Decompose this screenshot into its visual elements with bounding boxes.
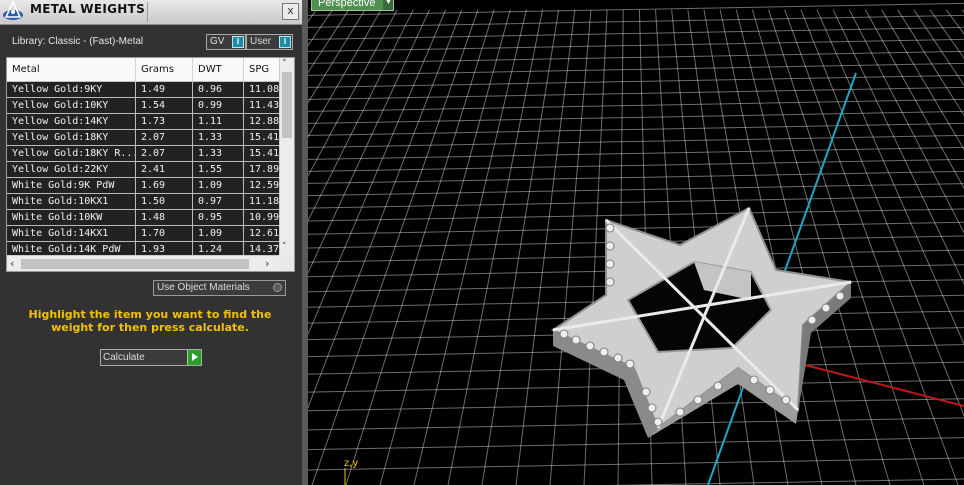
cell-spg: 11.08 — [249, 84, 279, 95]
vertical-scroll-thumb[interactable] — [282, 72, 292, 138]
table-row[interactable]: Yellow Gold:18KY R... 2.07 1.33 15.41 — [7, 146, 279, 162]
cell-dwt: 0.97 — [193, 194, 244, 209]
user-dropdown[interactable]: User I — [246, 34, 293, 50]
metal-weights-panel: METAL WEIGHTS x Library: Classic - (Fast… — [0, 0, 302, 485]
gv-dropdown-label: GV — [210, 36, 225, 47]
cell-metal: Yellow Gold:9KY — [7, 82, 136, 97]
cell-dwt: 1.55 — [193, 162, 244, 177]
table-row[interactable]: Yellow Gold:22KY 2.41 1.55 17.89 — [7, 162, 279, 178]
cell-grams: 1.49 — [136, 82, 193, 97]
cell-spg: 12.88 — [249, 116, 279, 127]
library-label: Library: Classic - (Fast)-Metal — [12, 36, 144, 47]
panel-titlebar: METAL WEIGHTS x — [0, 0, 302, 25]
cell-grams: 1.48 — [136, 210, 193, 225]
cell-spg: 15.41 — [249, 148, 279, 159]
instruction-text: Highlight the item you want to find the … — [28, 308, 272, 334]
table-header: Metal Grams DWT SPG — [7, 58, 279, 82]
horizontal-scroll-thumb[interactable] — [21, 259, 249, 269]
cell-dwt: 0.99 — [193, 98, 244, 113]
metal-table: Metal Grams DWT SPG Yellow Gold:9KY 1.49 0… — [6, 57, 295, 272]
use-object-materials-option[interactable]: Use Object Materials — [153, 280, 286, 296]
cell-metal: Yellow Gold:14KY — [7, 114, 136, 129]
scroll-corner — [279, 255, 294, 271]
cell-dwt: 1.09 — [193, 226, 244, 241]
cell-grams: 1.70 — [136, 226, 193, 241]
cell-grams: 1.73 — [136, 114, 193, 129]
scroll-right-icon[interactable]: › — [265, 257, 269, 270]
use-object-materials-label: Use Object Materials — [157, 282, 250, 293]
cell-metal: Yellow Gold:10KY — [7, 98, 136, 113]
column-header-metal[interactable]: Metal — [7, 58, 136, 81]
axis-gizmo-icon — [344, 468, 346, 485]
cell-spg: 12.61 — [249, 228, 279, 239]
cell-grams: 1.54 — [136, 98, 193, 113]
column-header-spg[interactable]: SPG — [244, 58, 279, 81]
table-row[interactable]: Yellow Gold:18KY 2.07 1.33 15.41 — [7, 130, 279, 146]
3d-viewport[interactable]: Perspective ▼ z,y — [308, 0, 964, 485]
cell-spg: 11.18 — [249, 196, 279, 207]
use-object-materials-radio[interactable] — [273, 283, 282, 292]
cell-spg: 15.41 — [249, 132, 279, 143]
cell-grams: 1.69 — [136, 178, 193, 193]
close-button[interactable]: x — [282, 3, 299, 20]
table-row[interactable]: White Gold:10KW 1.48 0.95 10.99 — [7, 210, 279, 226]
table-body: Yellow Gold:9KY 1.49 0.96 11.08 Yellow Gold:… — [7, 82, 279, 258]
gv-dropdown[interactable]: GV I — [206, 34, 246, 50]
cell-dwt: 0.96 — [193, 82, 244, 97]
view-mode-dropdown[interactable]: Perspective ▼ — [311, 0, 395, 11]
scroll-up-icon[interactable]: ˄ — [282, 59, 287, 69]
table-row[interactable]: White Gold:10KX1 1.50 0.97 11.18 — [7, 194, 279, 210]
cell-spg: 11.43 — [249, 100, 279, 111]
cell-metal: Yellow Gold:18KY R... — [7, 146, 136, 161]
user-dropdown-arrow-icon: I — [279, 36, 291, 48]
horizontal-scrollbar[interactable]: ‹ › — [7, 255, 279, 271]
table-row[interactable]: White Gold:9K PdW 1.69 1.09 12.59 — [7, 178, 279, 194]
cell-metal: White Gold:10KW — [7, 210, 136, 225]
cell-spg: 10.99 — [249, 212, 279, 223]
column-header-grams[interactable]: Grams — [136, 58, 193, 81]
user-dropdown-label: User — [250, 36, 272, 47]
cell-metal: White Gold:14KX1 — [7, 226, 136, 241]
table-row[interactable]: Yellow Gold:14KY 1.73 1.11 12.88 — [7, 114, 279, 130]
calculate-button[interactable]: Calculate — [100, 349, 202, 366]
cell-grams: 2.41 — [136, 162, 193, 177]
cell-metal: Yellow Gold:18KY — [7, 130, 136, 145]
view-mode-arrow-icon[interactable]: ▼ — [383, 0, 394, 10]
column-header-dwt[interactable]: DWT — [193, 58, 244, 81]
cell-dwt: 1.33 — [193, 146, 244, 161]
view-mode-label: Perspective — [318, 0, 376, 9]
calculate-label: Calculate — [103, 352, 145, 363]
app-logo-icon — [3, 0, 23, 20]
cell-metal: Yellow Gold:22KY — [7, 162, 136, 177]
cell-dwt: 1.09 — [193, 178, 244, 193]
cell-dwt: 1.33 — [193, 130, 244, 145]
viewport-scene[interactable] — [308, 0, 964, 485]
scroll-left-icon[interactable]: ‹ — [10, 257, 14, 270]
cell-dwt: 0.95 — [193, 210, 244, 225]
table-row[interactable]: Yellow Gold:9KY 1.49 0.96 11.08 — [7, 82, 279, 98]
table-row[interactable]: Yellow Gold:10KY 1.54 0.99 11.43 — [7, 98, 279, 114]
table-row[interactable]: White Gold:14KX1 1.70 1.09 12.61 — [7, 226, 279, 242]
cell-metal: White Gold:10KX1 — [7, 194, 136, 209]
scroll-down-icon[interactable]: ˅ — [282, 242, 287, 252]
cell-metal: White Gold:9K PdW — [7, 178, 136, 193]
play-icon[interactable] — [187, 350, 201, 365]
x-axis-line — [777, 357, 964, 407]
panel-title: METAL WEIGHTS — [30, 2, 146, 16]
cell-grams: 2.07 — [136, 146, 193, 161]
cell-spg: 17.89 — [249, 164, 279, 175]
cell-dwt: 1.11 — [193, 114, 244, 129]
cell-spg: 12.59 — [249, 180, 279, 191]
vertical-scrollbar[interactable]: ˄ ˅ — [279, 58, 294, 255]
cell-grams: 1.50 — [136, 194, 193, 209]
gv-dropdown-arrow-icon: I — [232, 36, 244, 48]
cell-grams: 2.07 — [136, 130, 193, 145]
title-divider — [147, 2, 148, 22]
